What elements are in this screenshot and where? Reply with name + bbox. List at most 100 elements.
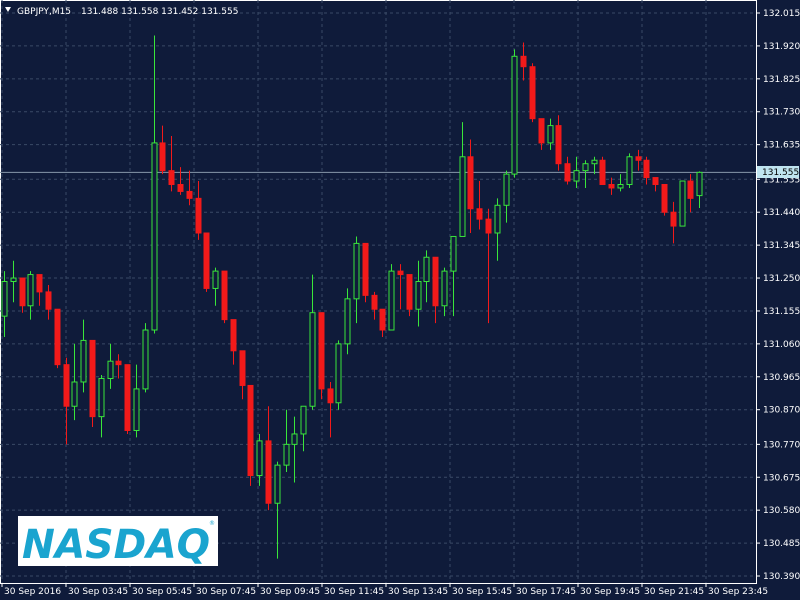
candle [476, 181, 483, 230]
y-tick-label: 130.675 [763, 473, 800, 483]
candle [186, 170, 193, 206]
candle-body-bear [159, 142, 166, 172]
logo-wordmark: NASDAQ [22, 522, 210, 568]
x-tick-label: 30 Sep 07:45 [196, 587, 256, 597]
candle [212, 267, 219, 306]
candle [591, 156, 598, 175]
candle [450, 235, 457, 317]
chart-canvas: 132.015 131.920 131.825 131.730 131.635 131.5… [0, 0, 800, 597]
candle-body-bear [608, 183, 615, 189]
candle-body-bull [107, 360, 114, 380]
candle-body-bull [142, 329, 149, 390]
candle [388, 264, 395, 331]
candle [124, 364, 131, 434]
candle [679, 180, 686, 227]
candle [1, 271, 8, 337]
candle-body-bull [133, 388, 140, 431]
candle-body-bull [10, 277, 17, 283]
x-tick-label: 30 Sep 19:45 [580, 587, 640, 597]
candle [19, 277, 26, 313]
candle [423, 250, 430, 303]
candle-body-bull [441, 270, 448, 307]
candle [344, 288, 351, 355]
nasdaq-logo: NASDAQ ® [18, 516, 218, 568]
candle [177, 167, 184, 195]
candle-body-bear [63, 364, 70, 407]
candle-body-bear [36, 274, 43, 293]
candle-body-bull [353, 242, 360, 300]
candle-body-bear [379, 308, 386, 331]
candle-body-bull [344, 298, 351, 345]
candle [661, 183, 668, 216]
current-price-value: 131.555 [762, 168, 799, 178]
dropdown-triangle-icon[interactable] [5, 7, 11, 12]
y-tick-label: 131.825 [763, 75, 800, 85]
candle-body-bear [467, 156, 474, 210]
candle [643, 156, 650, 185]
x-tick-label: 30 Sep 15:45 [452, 587, 512, 597]
candle-body-bull [494, 204, 501, 234]
candle [503, 170, 510, 223]
candle-body-bull [591, 159, 598, 165]
candle-body-bear [643, 159, 650, 179]
candle [564, 156, 571, 185]
candles [1, 35, 703, 559]
candle-body-bear [485, 218, 492, 234]
y-tick-label: 130.965 [763, 373, 800, 383]
y-tick-label: 130.770 [763, 440, 800, 450]
candle-body-bull [459, 156, 466, 237]
candle [696, 171, 703, 209]
candle [441, 267, 448, 317]
candle [71, 343, 78, 421]
x-tick-label: 30 Sep 2016 [4, 587, 61, 597]
chart-symbol-label: GBPJPY,M15 [17, 7, 71, 17]
candle-body-bull [151, 142, 158, 331]
candle [230, 319, 237, 365]
candle-body-bull [415, 281, 422, 310]
candle-body-bull [71, 381, 78, 407]
candle [397, 264, 404, 310]
candle [265, 406, 272, 511]
candle-body-bull [679, 180, 686, 227]
y-tick-label: 130.485 [763, 539, 800, 549]
candle [547, 118, 554, 150]
candle [335, 340, 342, 410]
candle-body-bull [335, 343, 342, 404]
candle [80, 319, 87, 393]
candle-body-bear [265, 440, 272, 504]
y-tick-label: 131.440 [763, 208, 800, 218]
grid [0, 0, 757, 584]
candle [353, 236, 360, 324]
y-tick-label: 130.580 [763, 506, 800, 516]
candle-body-bull [626, 156, 633, 185]
x-axis: 30 Sep 2016 30 Sep 03:45 30 Sep 05:45 30 Se… [1, 583, 768, 597]
candle-body-bear [520, 55, 527, 68]
candle-body-bear [661, 183, 668, 213]
candle-body-bull [617, 183, 624, 189]
chart: 132.015 131.920 131.825 131.730 131.635 131.5… [0, 0, 800, 600]
y-tick-label: 131.635 [763, 141, 800, 151]
candle [415, 260, 422, 327]
x-tick-label: 30 Sep 13:45 [388, 587, 448, 597]
candle-body-bear [538, 118, 545, 144]
candle [274, 461, 281, 559]
chart-ohlc-values: 131.488 131.558 131.452 131.555 [81, 7, 238, 17]
candle-body-bear [89, 339, 96, 418]
candle-body-bear [555, 125, 562, 165]
candle-body-bear [177, 183, 184, 192]
candle [467, 139, 474, 234]
candle-body-bull [503, 173, 510, 206]
x-tick-label: 30 Sep 11:45 [324, 587, 384, 597]
candle-body-bull [27, 274, 34, 307]
candle [371, 291, 378, 320]
candle [617, 174, 624, 192]
candle-body-bear [124, 364, 131, 431]
candle [142, 323, 149, 393]
x-tick-label: 30 Sep 03:45 [68, 587, 128, 597]
candle-body-bear [203, 232, 210, 289]
candle-body-bear [318, 312, 325, 390]
candle [582, 160, 589, 188]
y-tick-label: 131.250 [763, 274, 800, 284]
y-tick-label: 131.345 [763, 241, 800, 251]
candle-body-bull [1, 281, 8, 317]
